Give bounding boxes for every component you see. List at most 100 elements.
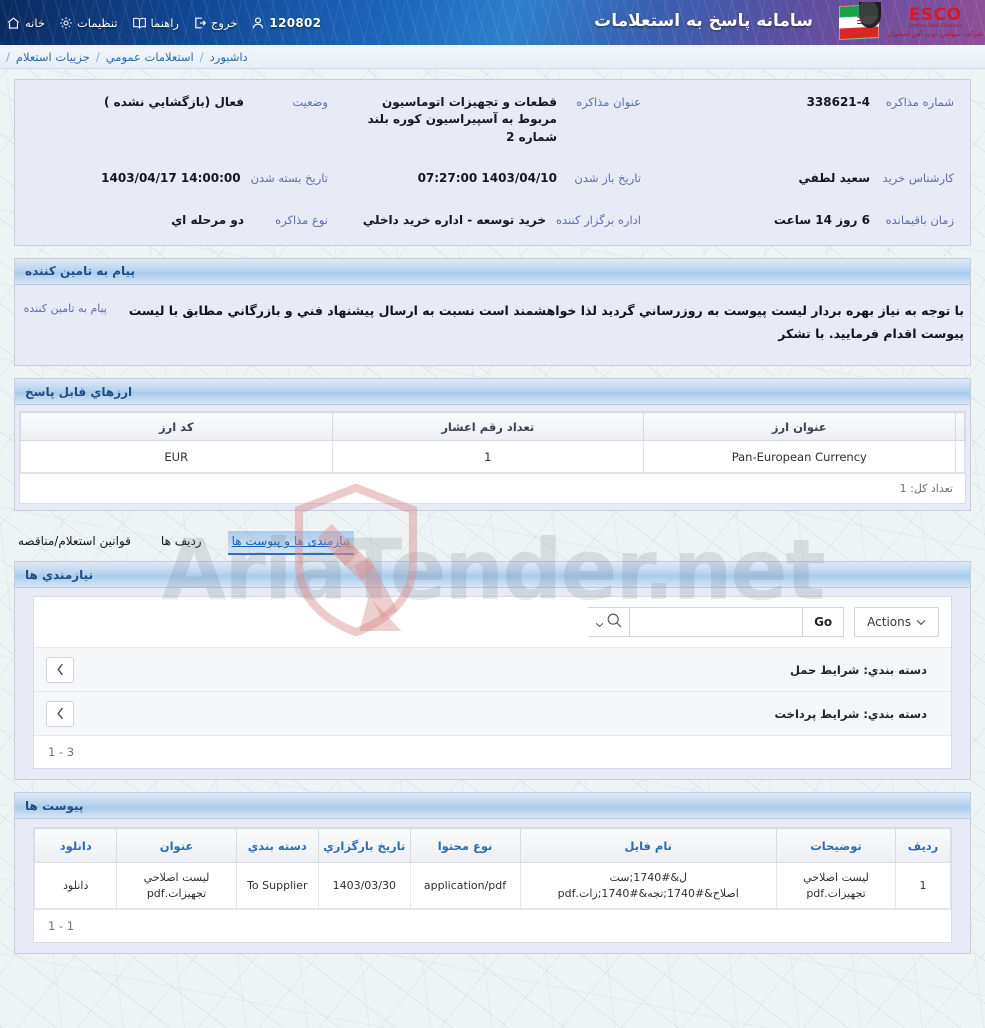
field-value: دو مرحله اي — [171, 212, 244, 227]
field-remaining-time: زمان باقیمانده 6 روز 14 ساعت — [649, 212, 962, 229]
requirements-toolbar: Actions Go — [34, 597, 951, 649]
home-icon — [6, 16, 21, 30]
page-title: سامانه پاسخ به استعلامات — [594, 11, 813, 31]
currency-cell-name: Pan-European Currency — [643, 440, 956, 474]
search-icon-button[interactable] — [588, 607, 631, 638]
att-col-upload-date: تاریخ بارگزاري — [318, 828, 411, 864]
field-negotiation-title: عنوان مذاکره قطعات و تجهیزات اتوماسیون م… — [336, 94, 649, 146]
currency-cell-code: EUR — [20, 440, 333, 474]
search-icon — [606, 612, 623, 633]
field-open-date: تاریخ باز شدن 07:27:00 1403/04/10 — [336, 170, 649, 187]
currency-cell-decimals: 1 — [331, 440, 645, 474]
inquiry-details-grid: شماره مذاکره 338621-4 عنوان مذاکره قطعات… — [15, 80, 970, 245]
chevron-down-icon — [595, 613, 604, 632]
requirement-group-label: دسته بندي: شرایط پرداخت — [774, 706, 928, 721]
att-col-category: دسته بندي — [235, 828, 320, 864]
supplier-message-title: پیام به تامین کننده — [15, 258, 970, 285]
currency-col-name: عنوان ارز — [643, 412, 956, 442]
nav-user-label: 120802 — [269, 15, 322, 30]
att-cell-title[interactable]: لیست اصلاحي تجهیزات.pdf — [116, 862, 237, 910]
inquiry-details-panel: شماره مذاکره 338621-4 عنوان مذاکره قطعات… — [14, 79, 971, 246]
content-tabs: نیازمندی ها و پیوست ها ردیف ها قوانین اس… — [14, 523, 971, 556]
currency-col-decimals: تعداد رقم اعشار — [331, 412, 645, 442]
field-label: عنوان مذاکره — [576, 95, 641, 109]
field-label: زمان باقیمانده — [885, 212, 954, 227]
nav-help[interactable]: راهنما — [132, 16, 179, 30]
actions-button-label: Actions — [867, 615, 911, 630]
field-label: نوع مذاکره — [275, 212, 328, 227]
att-cell-upload-date: 1403/03/30 — [318, 862, 411, 910]
field-negotiation-number: شماره مذاکره 338621-4 — [649, 94, 962, 146]
breadcrumb: داشبورد / استعلامات عمومي / جزییات استعل… — [0, 45, 985, 69]
attachments-pagination: 1 - 1 — [34, 909, 951, 943]
chevron-down-icon — [916, 615, 926, 629]
att-col-title: عنوان — [116, 828, 237, 864]
supplier-message-text: با توجه به نیاز بهره بردار لیست پیوست به… — [128, 302, 964, 342]
breadcrumb-item-inquiry-details[interactable]: جزییات استعلام — [16, 50, 90, 64]
breadcrumb-item-public-inquiries[interactable]: استعلامات عمومي — [106, 50, 194, 64]
att-col-download: دانلود — [33, 828, 118, 864]
field-label: تاریخ بسته شدن — [250, 171, 328, 186]
breadcrumb-separator: / — [95, 49, 100, 64]
field-close-date: تاریخ بسته شدن 1403/04/17 14:00:00 — [23, 170, 336, 187]
field-value: 6 روز 14 ساعت — [773, 212, 870, 227]
chevron-left-icon[interactable] — [46, 700, 74, 727]
currency-table-header-row: عنوان ارز تعداد رقم اعشار کد ارز — [20, 412, 966, 442]
book-icon — [132, 16, 147, 30]
list-item[interactable]: دسته بندي: شرایط حمل — [34, 648, 951, 693]
row-selector-header — [954, 412, 966, 442]
field-value: 338621-4 — [806, 95, 870, 109]
currency-table-wrap: عنوان ارز تعداد رقم اعشار کد ارز Pan-Eur… — [19, 411, 966, 505]
nav-logout[interactable]: خروج — [193, 16, 237, 30]
nav-home-label: خانه — [25, 15, 45, 30]
att-cell-filename: ل&#1740;ست اصلاح&#1740;تجه&#1740;زات.pdf — [519, 862, 777, 910]
attachments-panel-title: پیوست ها — [15, 793, 970, 820]
requirements-panel-title: نیازمندي ها — [15, 562, 970, 589]
header-nav: 120802 خروج راهنما تنظیمات خانه — [6, 0, 321, 45]
att-cell-description[interactable]: لیست اصلاحي تجهیزات.pdf — [775, 862, 897, 910]
field-value: فعال (بازگشایي نشده ) — [103, 95, 244, 109]
supplier-message-row: با توجه به نیاز بهره بردار لیست پیوست به… — [15, 285, 970, 365]
field-value: قطعات و تجهیزات اتوماسیون مربوط به آسپیر… — [367, 95, 557, 144]
att-cell-index: 1 — [895, 862, 951, 910]
tab-rows[interactable]: ردیف ها — [157, 531, 206, 555]
chevron-left-icon[interactable] — [46, 656, 74, 683]
field-organizing-office: اداره برگزار کننده خرید توسعه - اداره خر… — [336, 212, 649, 229]
currency-table: عنوان ارز تعداد رقم اعشار کد ارز Pan-Eur… — [20, 412, 966, 474]
attachments-table: ردیف توضیحات نام فایل نوع محتوا تاریخ با… — [33, 828, 951, 910]
tab-requirements-attachments[interactable]: نیازمندی ها و پیوست ها — [227, 531, 354, 556]
table-row: 1 لیست اصلاحي تجهیزات.pdf ل&#1740;ست اصل… — [33, 862, 951, 910]
att-cell-content-type: application/pdf — [409, 862, 521, 910]
brand-logo: ESCO Esfahan Steel Company شرکت سهامی ذو… — [835, 0, 985, 45]
nav-help-label: راهنما — [150, 15, 179, 30]
att-col-description: توضیحات — [775, 828, 897, 864]
field-label: تاریخ باز شدن — [574, 171, 641, 186]
list-item[interactable]: دسته بندي: شرایط پرداخت — [34, 692, 951, 737]
tab-inquiry-rules[interactable]: قوانین استعلام/مناقصه — [14, 531, 135, 555]
currency-panel-title: ارزهاي قابل پاسخ — [15, 379, 970, 406]
search-group: Go — [588, 607, 845, 638]
att-cell-download-link[interactable]: دانلود — [33, 862, 118, 910]
requirement-group-label: دسته بندي: شرایط حمل — [790, 662, 927, 677]
field-value: 07:27:00 1403/04/10 — [417, 171, 557, 186]
field-label: کارشناس خرید — [882, 171, 954, 186]
app-header: ESCO Esfahan Steel Company شرکت سهامی ذو… — [0, 0, 985, 45]
nav-settings[interactable]: تنظیمات — [59, 16, 118, 30]
search-input[interactable] — [630, 607, 803, 638]
actions-button[interactable]: Actions — [854, 607, 939, 638]
field-label: شماره مذاکره — [885, 95, 954, 109]
nav-home[interactable]: خانه — [6, 16, 45, 30]
field-label: وضعیت — [292, 95, 328, 109]
go-button[interactable]: Go — [802, 607, 845, 638]
logout-icon — [193, 16, 207, 30]
row-selector-cell[interactable] — [954, 440, 966, 474]
gear-icon — [59, 16, 73, 30]
nav-user[interactable]: 120802 — [251, 16, 321, 30]
attachments-table-wrap: ردیف توضیحات نام فایل نوع محتوا تاریخ با… — [33, 827, 952, 944]
breadcrumb-item-dashboard[interactable]: داشبورد — [210, 50, 248, 64]
field-value: سعید لطفي — [798, 171, 870, 186]
esco-persian-name: شرکت سهامی ذوب آهن اصفهان — [887, 30, 983, 39]
requirements-report: Actions Go دسته بندي: شرایط حمل دسته بند… — [33, 596, 952, 770]
att-col-content-type: نوع محتوا — [409, 828, 521, 864]
esco-subtitle: Esfahan Steel Company — [908, 23, 963, 29]
